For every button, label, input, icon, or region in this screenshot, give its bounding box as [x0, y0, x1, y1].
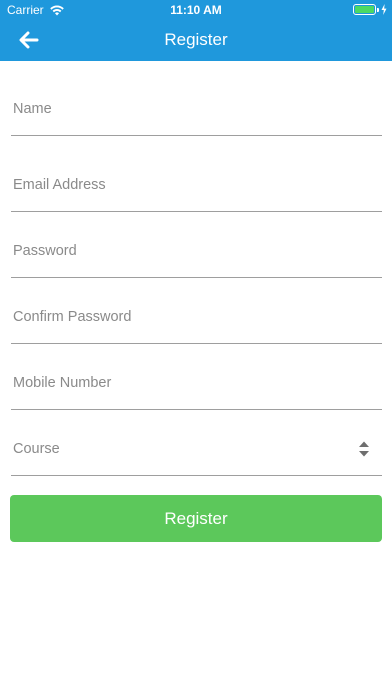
email-field-wrapper	[11, 158, 382, 212]
battery-tip	[377, 7, 379, 12]
nav-bar: Register	[0, 20, 392, 61]
status-time: 11:10 AM	[170, 3, 222, 17]
page-title: Register	[164, 30, 228, 49]
register-screen: Carrier 11:10 AM Register Name Email Add…	[0, 0, 392, 696]
confirm-password-field-wrapper	[11, 290, 382, 344]
password-field-wrapper	[11, 224, 382, 278]
mobile-number-input[interactable]	[11, 356, 382, 409]
mobile-field-wrapper	[11, 356, 382, 410]
battery-icon	[353, 4, 376, 15]
header: Carrier 11:10 AM Register	[0, 0, 392, 61]
charging-bolt-icon	[381, 4, 387, 15]
battery-fill	[355, 6, 374, 13]
confirm-password-input[interactable]	[11, 290, 382, 343]
name-input[interactable]	[11, 82, 382, 135]
email-input[interactable]	[11, 158, 382, 211]
battery-indicator	[353, 4, 387, 15]
course-select-label: Course	[13, 440, 60, 457]
select-arrows-icon	[359, 441, 369, 456]
register-button[interactable]: Register	[10, 495, 382, 542]
status-bar: Carrier 11:10 AM	[0, 0, 392, 20]
name-field-wrapper	[11, 82, 382, 136]
password-input[interactable]	[11, 224, 382, 277]
course-select[interactable]: Course	[11, 422, 382, 476]
